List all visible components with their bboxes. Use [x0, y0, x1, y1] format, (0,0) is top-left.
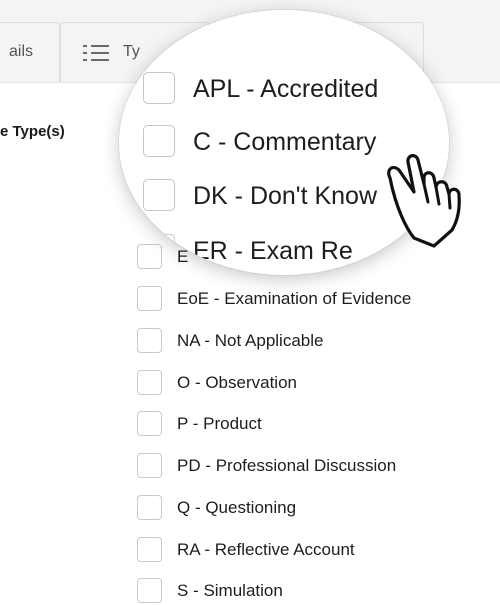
checkbox[interactable] — [143, 234, 175, 266]
checkbox[interactable] — [137, 578, 162, 603]
checkbox[interactable] — [137, 537, 162, 562]
option-label: PD - Professional Discussion — [177, 456, 397, 475]
option-pd[interactable]: PD - Professional Discussion — [137, 453, 487, 479]
option-label: NA - Not Applicable — [177, 331, 324, 350]
option-label: O - Observation — [177, 373, 297, 392]
option-label: Q - Questioning — [177, 498, 297, 517]
tab-details[interactable]: ails — [0, 22, 60, 82]
checkbox[interactable] — [137, 411, 162, 436]
checkbox[interactable] — [137, 495, 162, 520]
option-label: C - Commentary — [193, 128, 377, 156]
tab-types-label: Ty — [123, 43, 140, 60]
option-na[interactable]: NA - Not Applicable — [137, 328, 487, 354]
option-label: P - Product — [177, 414, 262, 433]
checkbox[interactable] — [143, 179, 175, 211]
option-q[interactable]: Q - Questioning — [137, 495, 487, 521]
option-label: EoE - Examination of Evidence — [177, 289, 412, 308]
checkbox[interactable] — [137, 328, 162, 353]
tab-details-label: ails — [9, 43, 34, 60]
option-o[interactable]: O - Observation — [137, 370, 487, 396]
checkbox[interactable] — [143, 125, 175, 157]
hand-pointer-icon — [387, 154, 461, 248]
checkbox[interactable] — [137, 453, 162, 478]
option-label: RA - Reflective Account — [177, 540, 355, 559]
option-label: DK - Don't Know — [193, 182, 378, 210]
option-ra[interactable]: RA - Reflective Account — [137, 537, 487, 563]
option-label: S - Simulation — [177, 581, 283, 600]
option-label: ER - Exam Re — [193, 237, 353, 265]
checkbox[interactable] — [137, 370, 162, 395]
checkbox[interactable] — [137, 286, 162, 311]
option-apl[interactable]: APL - Accredited — [143, 72, 449, 106]
list-icon — [83, 43, 109, 63]
option-eoe[interactable]: EoE - Examination of Evidence — [137, 286, 487, 312]
option-p[interactable]: P - Product — [137, 411, 487, 437]
checkbox[interactable] — [143, 72, 175, 104]
evidence-type-label: e Type(s) — [0, 123, 65, 140]
option-label: APL - Accredited — [193, 75, 379, 103]
option-s[interactable]: S - Simulation — [137, 578, 487, 604]
